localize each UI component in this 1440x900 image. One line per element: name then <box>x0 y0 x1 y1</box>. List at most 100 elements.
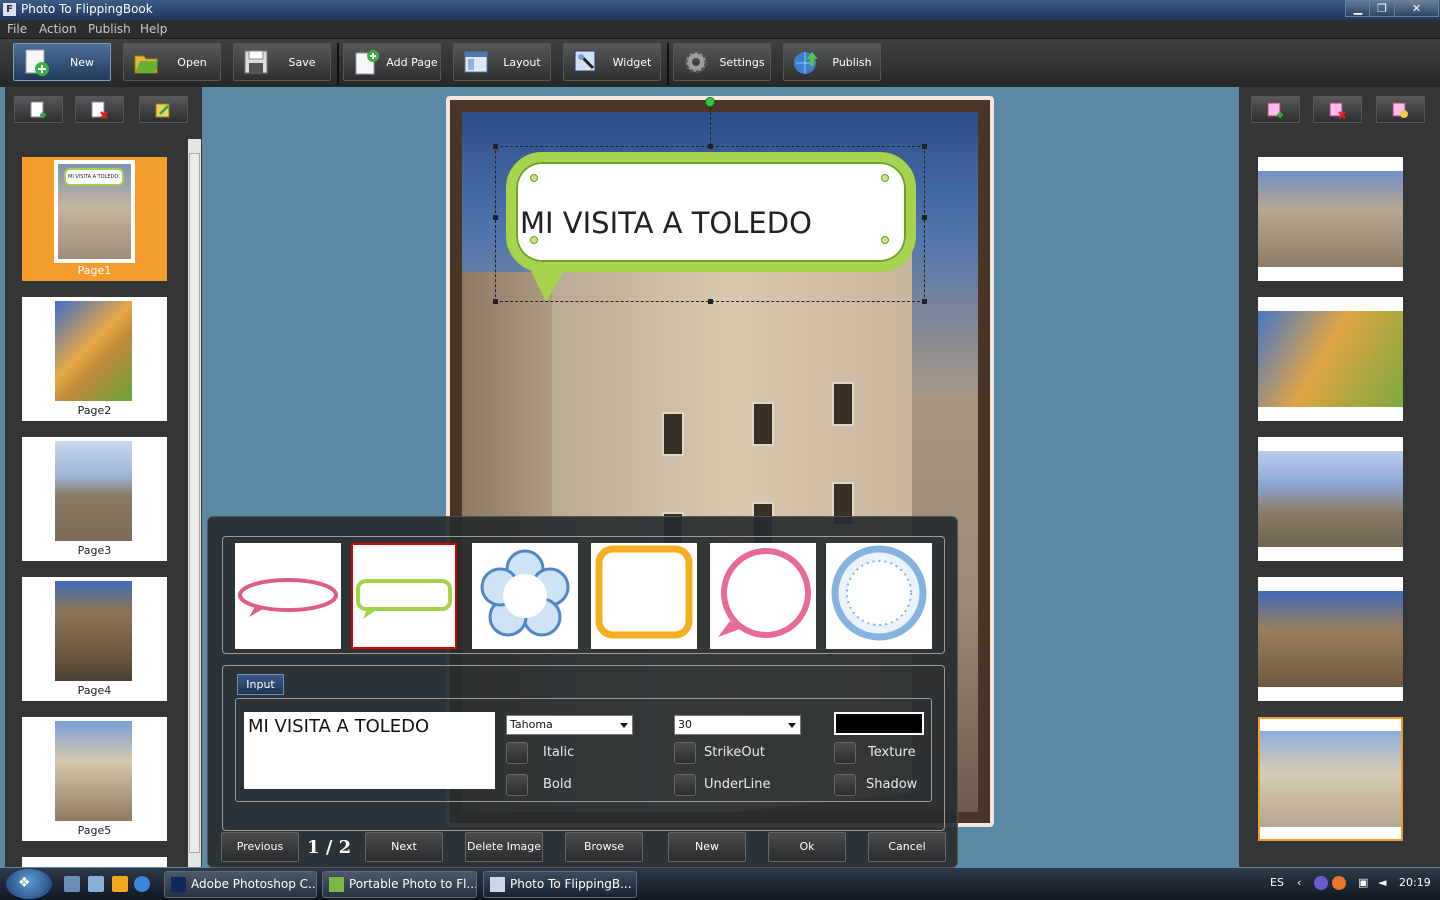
add-page-tool[interactable] <box>14 96 63 123</box>
page-label: Page5 <box>77 824 112 837</box>
resize-handle[interactable] <box>708 299 713 304</box>
menu-action[interactable]: Action <box>39 22 77 36</box>
widget-button[interactable]: Widget <box>563 43 661 81</box>
strikeout-label: StrikeOut <box>704 745 765 760</box>
task-photo-to-flippingbook[interactable]: Photo To FlippingB... <box>483 871 637 898</box>
delete-image-button[interactable]: Delete Image <box>465 832 543 862</box>
text-color-picker[interactable] <box>834 712 924 735</box>
tray-app-icon[interactable] <box>1314 876 1328 890</box>
resize-handle[interactable] <box>493 215 498 220</box>
bubble-text-input[interactable]: MI VISITA A TOLEDO <box>244 712 495 789</box>
resize-handle[interactable] <box>493 144 498 149</box>
strikeout-checkbox[interactable] <box>674 742 696 764</box>
italic-checkbox[interactable] <box>506 742 528 764</box>
resize-handle[interactable] <box>922 215 927 220</box>
task-photoshop[interactable]: Adobe Photoshop C... <box>164 871 317 898</box>
page-label: Page2 <box>77 404 112 417</box>
add-image-tool[interactable] <box>1251 96 1300 123</box>
shadow-checkbox[interactable] <box>834 774 856 796</box>
texture-checkbox[interactable] <box>834 742 856 764</box>
cancel-button[interactable]: Cancel <box>868 832 946 862</box>
resize-handle[interactable] <box>922 299 927 304</box>
delete-image-icon <box>1329 102 1346 119</box>
next-button[interactable]: Next <box>365 832 443 862</box>
image-thumb-5[interactable] <box>1258 717 1403 841</box>
input-tab[interactable]: Input <box>237 674 284 695</box>
window-switcher-icon[interactable] <box>88 876 104 892</box>
delete-page-tool[interactable] <box>75 96 124 123</box>
browse-button[interactable]: Browse <box>565 832 643 862</box>
title-bar: F Photo To FlippingBook ▁ ❐ ✕ <box>0 0 1440 20</box>
edit-image-icon <box>1392 102 1408 118</box>
publish-button[interactable]: Publish <box>783 43 881 81</box>
add-page-button[interactable]: Add Page <box>343 43 441 81</box>
close-button[interactable]: ✕ <box>1394 0 1439 17</box>
resize-handle[interactable] <box>493 299 498 304</box>
new-bubble-button[interactable]: New <box>668 832 746 862</box>
menu-file[interactable]: File <box>7 22 27 36</box>
input-group: Input MI VISITA A TOLEDO Tahoma 30 Itali… <box>222 665 945 831</box>
settings-button[interactable]: Settings <box>673 43 771 81</box>
page-thumb-2[interactable]: Page2 <box>22 297 167 421</box>
photoshop-icon <box>171 877 186 892</box>
page-thumb-image <box>55 441 132 541</box>
layout-button[interactable]: Layout <box>453 43 551 81</box>
tray-expand-icon[interactable]: ‹ <box>1297 876 1301 889</box>
open-button[interactable]: Open <box>123 43 221 81</box>
network-icon[interactable]: ▣ <box>1358 876 1368 889</box>
task-portable-photo[interactable]: Portable Photo to Fl... <box>322 871 477 898</box>
font-select[interactable]: Tahoma <box>506 715 633 735</box>
bubble-style-blue-flower[interactable] <box>472 543 578 649</box>
image-thumb-1[interactable] <box>1258 157 1403 281</box>
page-list-scrollbar[interactable] <box>188 139 201 867</box>
add-image-icon <box>1267 102 1283 118</box>
internet-explorer-icon[interactable] <box>134 876 150 892</box>
bubble-style-blue-circle[interactable] <box>826 543 932 649</box>
page-indicator: 1 / 2 <box>307 837 352 858</box>
bold-checkbox[interactable] <box>506 774 528 796</box>
image-thumb-photo <box>1260 731 1401 827</box>
menu-help[interactable]: Help <box>140 22 167 36</box>
ok-button[interactable]: Ok <box>768 832 846 862</box>
page-thumb-6[interactable] <box>22 857 167 867</box>
bubble-style-pink-circle[interactable] <box>710 543 816 649</box>
new-button[interactable]: New <box>13 43 111 81</box>
rotate-line <box>710 107 711 145</box>
volume-icon[interactable]: ◄ <box>1378 876 1386 889</box>
menu-publish[interactable]: Publish <box>88 22 131 36</box>
delete-image-tool[interactable] <box>1313 96 1362 123</box>
resize-handle[interactable] <box>922 144 927 149</box>
bubble-style-pink-oval[interactable] <box>235 543 341 649</box>
page-thumb-3[interactable]: Page3 <box>22 437 167 561</box>
texture-label: Texture <box>868 745 916 760</box>
bubble-style-green-rect[interactable] <box>351 543 457 649</box>
edit-page-tool[interactable] <box>139 96 188 123</box>
page-label: Page4 <box>77 684 112 697</box>
image-thumb-3[interactable] <box>1258 437 1403 561</box>
show-desktop-icon[interactable] <box>64 876 80 892</box>
clock[interactable]: 20:19 <box>1399 876 1431 889</box>
app-icon: F <box>3 3 16 16</box>
image-thumb-4[interactable] <box>1258 577 1403 701</box>
tray-app-icon[interactable] <box>1332 876 1346 890</box>
edit-image-tool[interactable] <box>1376 96 1425 123</box>
page-thumb-1[interactable]: MI VISITA A TOLEDO Page1 <box>22 157 167 281</box>
page-thumb-4[interactable]: Page4 <box>22 577 167 701</box>
previous-button[interactable]: Previous <box>221 832 299 862</box>
underline-checkbox[interactable] <box>674 774 696 796</box>
language-indicator[interactable]: ES <box>1270 876 1284 889</box>
media-player-icon[interactable] <box>112 876 128 892</box>
bubble-style-orange-square[interactable] <box>591 543 697 649</box>
toolbar: New Open Save Add Page Layout Widget Set… <box>0 39 1440 87</box>
selection-box[interactable] <box>495 146 925 302</box>
page-thumb-5[interactable]: Page5 <box>22 717 167 841</box>
rotate-handle[interactable] <box>705 97 715 107</box>
restore-button[interactable]: ❐ <box>1369 0 1395 17</box>
save-button[interactable]: Save <box>233 43 331 81</box>
app-icon <box>329 877 344 892</box>
shadow-label: Shadow <box>866 777 918 792</box>
image-thumb-2[interactable] <box>1258 297 1403 421</box>
font-size-select[interactable]: 30 <box>674 715 801 735</box>
start-button[interactable]: ❖ <box>6 869 52 899</box>
minimize-button[interactable]: ▁ <box>1345 0 1371 17</box>
